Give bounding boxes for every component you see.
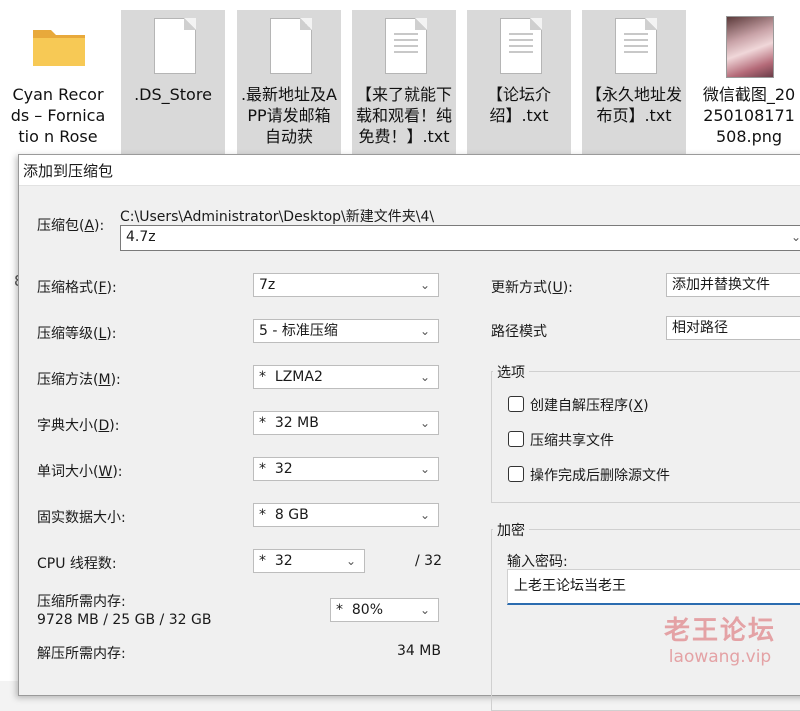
dictionary-select[interactable]: * 32 MB ⌄ xyxy=(253,411,439,435)
file-name: .最新地址及APP请发邮箱自动获取！！！ xyxy=(240,85,338,146)
file-item-txt-address[interactable]: 【永久地址发布页】.txt xyxy=(582,10,686,158)
file-name: .DS_Store xyxy=(134,85,212,104)
file-icon xyxy=(142,16,204,78)
file-item-png[interactable]: 微信截图_20250108171508.png xyxy=(697,10,800,148)
archive-name-input[interactable]: 4.7z ⌄ xyxy=(120,225,800,251)
sfx-label[interactable]: 创建自解压程序(X) xyxy=(530,395,649,415)
options-title: 选项 xyxy=(493,362,529,382)
add-to-archive-dialog: 添加到压缩包 压缩包(A): C:\Users\Administrator\De… xyxy=(18,154,800,711)
word-size-select[interactable]: * 32 ⌄ xyxy=(253,457,439,481)
chevron-down-icon: ⌄ xyxy=(419,278,430,292)
file-name: 微信截图_20250108171508.png xyxy=(702,85,796,146)
encryption-title: 加密 xyxy=(493,520,529,540)
file-item-txt-forum[interactable]: 【论坛介绍】.txt xyxy=(467,10,571,158)
file-item-ds-store[interactable]: .DS_Store xyxy=(121,10,225,158)
chevron-down-icon: ⌄ xyxy=(419,462,430,476)
chevron-down-icon: ⌄ xyxy=(419,370,430,384)
shared-files-label[interactable]: 压缩共享文件 xyxy=(530,430,614,450)
chevron-down-icon: ⌄ xyxy=(419,603,430,617)
file-item-txt-download[interactable]: 【来了就能下载和观看！纯免费！】.txt xyxy=(352,10,456,158)
cpu-threads-max: / 32 xyxy=(415,553,442,569)
path-mode-label: 路径模式 xyxy=(491,324,547,340)
solid-block-select[interactable]: * 8 GB ⌄ xyxy=(253,503,439,527)
compress-memory-value: 9728 MB / 25 GB / 32 GB xyxy=(37,612,212,628)
update-mode-select[interactable]: 添加并替换文件 xyxy=(666,273,800,297)
archive-label: 压缩包(A): xyxy=(37,218,105,234)
watermark: 老王论坛 laowang.vip xyxy=(664,616,776,668)
chevron-down-icon: ⌄ xyxy=(419,416,430,430)
image-thumbnail-icon xyxy=(718,16,780,78)
file-icon xyxy=(258,16,320,78)
decompress-memory-value: 34 MB xyxy=(397,643,441,659)
chevron-down-icon: ⌄ xyxy=(345,554,356,568)
delete-after-label[interactable]: 操作完成后删除源文件 xyxy=(530,465,670,485)
word-size-label: 单词大小(W): xyxy=(37,464,123,480)
dictionary-label: 字典大小(D): xyxy=(37,418,120,434)
format-select[interactable]: 7z ⌄ xyxy=(253,273,439,297)
cpu-threads-select[interactable]: * 32 ⌄ xyxy=(253,549,365,573)
watermark-url: laowang.vip xyxy=(668,647,772,667)
decompress-memory-label: 解压所需内存: xyxy=(37,646,126,662)
chevron-down-icon: ⌄ xyxy=(419,324,430,338)
sfx-checkbox[interactable] xyxy=(508,396,524,412)
text-file-icon xyxy=(488,16,550,78)
method-label: 压缩方法(M): xyxy=(37,372,121,388)
text-file-icon xyxy=(603,16,665,78)
archive-path: C:\Users\Administrator\Desktop\新建文件夹\4\ xyxy=(120,209,435,225)
cpu-threads-label: CPU 线程数: xyxy=(37,556,117,572)
file-name: 【永久地址发布页】.txt xyxy=(585,85,682,125)
text-file-icon xyxy=(373,16,435,78)
format-label: 压缩格式(F): xyxy=(37,280,117,296)
path-mode-select[interactable]: 相对路径 xyxy=(666,316,800,340)
chevron-down-icon[interactable]: ⌄ xyxy=(791,226,800,248)
file-item-folder[interactable]: Cyan Records – Fornicatio n Rose xyxy=(6,10,110,148)
folder-icon xyxy=(27,16,89,78)
level-select[interactable]: 5 - 标准压缩 ⌄ xyxy=(253,319,439,343)
file-item-notice[interactable]: .最新地址及APP请发邮箱自动获取！！！ xyxy=(237,10,341,158)
update-mode-label: 更新方式(U): xyxy=(491,280,573,296)
solid-block-label: 固实数据大小: xyxy=(37,510,126,526)
dialog-title: 添加到压缩包 xyxy=(23,162,114,180)
file-name: 【来了就能下载和观看！纯免费！】.txt xyxy=(355,85,452,146)
password-label: 输入密码: xyxy=(507,554,568,570)
level-label: 压缩等级(L): xyxy=(37,326,117,342)
shared-files-checkbox[interactable] xyxy=(508,431,524,447)
watermark-title: 老王论坛 xyxy=(664,616,777,646)
password-input[interactable]: 上老王论坛当老王 xyxy=(507,569,800,605)
titlebar: 添加到压缩包 xyxy=(19,155,800,186)
delete-after-checkbox[interactable] xyxy=(508,466,524,482)
file-name: 【论坛介绍】.txt xyxy=(486,85,551,125)
compress-memory-label: 压缩所需内存: xyxy=(37,594,126,610)
file-name: Cyan Records – Fornicatio n Rose xyxy=(10,85,106,146)
method-select[interactable]: * LZMA2 ⌄ xyxy=(253,365,439,389)
chevron-down-icon: ⌄ xyxy=(419,508,430,522)
memory-usage-select[interactable]: * 80% ⌄ xyxy=(330,598,439,622)
